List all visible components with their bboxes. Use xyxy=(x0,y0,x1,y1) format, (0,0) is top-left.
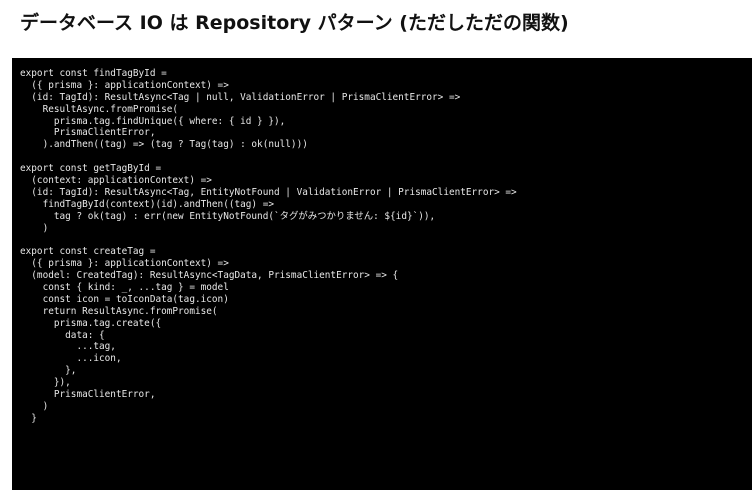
code-line: PrismaClientError, xyxy=(20,127,156,139)
code-line: export const findTagById = xyxy=(20,68,167,79)
code-line: ).andThen((tag) => (tag ? Tag(tag) : ok(… xyxy=(20,139,308,151)
slide-title: データベース IO は Repository パターン (ただしただの関数) xyxy=(20,12,569,34)
code-line: } xyxy=(20,412,37,424)
code-line: (id: TagId): ResultAsync<Tag | null, Val… xyxy=(20,91,461,103)
code-line: }, xyxy=(20,365,77,377)
code-block: export const findTagById = ({ prisma }: … xyxy=(12,58,752,490)
code-line: return ResultAsync.fromPromise( xyxy=(20,305,218,317)
code-line: export const getTagById = xyxy=(20,163,162,175)
code-line: ({ prisma }: applicationContext) => xyxy=(20,79,229,91)
code-line: data: { xyxy=(20,329,105,341)
code-line: prisma.tag.findUnique({ where: { id } })… xyxy=(20,115,286,127)
code-line: (context: applicationContext) => xyxy=(20,175,212,187)
code-line: ) xyxy=(20,222,49,234)
code-line: ResultAsync.fromPromise( xyxy=(20,103,179,115)
code-line: export const createTag = xyxy=(20,246,156,258)
code-line: ...icon, xyxy=(20,353,122,365)
code-line: PrismaClientError, xyxy=(20,389,156,401)
code-line: (id: TagId): ResultAsync<Tag, EntityNotF… xyxy=(20,186,517,198)
code-line: const icon = toIconData(tag.icon) xyxy=(20,293,229,305)
code-line: ) xyxy=(20,400,49,412)
code-line: findTagById(context)(id).andThen((tag) =… xyxy=(20,198,274,210)
code-line: tag ? ok(tag) : err(new EntityNotFound(`… xyxy=(20,210,436,222)
code-line: ...tag, xyxy=(20,341,116,353)
code-line: (model: CreatedTag): ResultAsync<TagData… xyxy=(20,270,399,282)
code-line: prisma.tag.create({ xyxy=(20,317,162,329)
code-line: }), xyxy=(20,377,71,389)
code-line: ({ prisma }: applicationContext) => xyxy=(20,258,229,270)
code-line: const { kind: _, ...tag } = model xyxy=(20,282,229,294)
